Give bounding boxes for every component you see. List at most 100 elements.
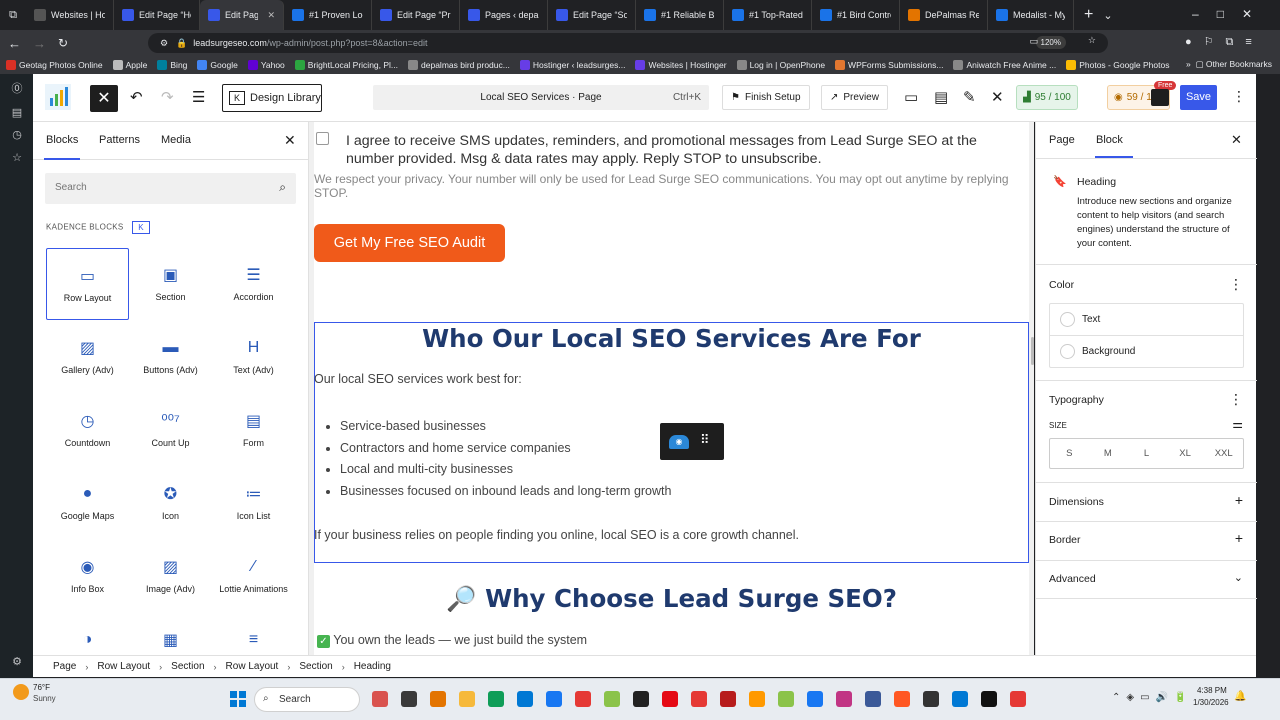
browser-tab[interactable]: Edit Page “Pricin bbox=[372, 0, 460, 30]
font-size-option[interactable]: L bbox=[1127, 439, 1166, 468]
taskbar-app-icon[interactable] bbox=[517, 691, 533, 707]
seo-tools-icon[interactable]: ✕ bbox=[991, 88, 1004, 106]
close-tab-icon[interactable]: ✕ bbox=[267, 10, 275, 21]
taskbar-app-icon[interactable] bbox=[662, 691, 678, 707]
block-item[interactable]: ▤ Form bbox=[212, 394, 295, 466]
breadcrumb-item[interactable]: Heading bbox=[354, 661, 391, 672]
browser-tab[interactable]: Pages ‹ depalmas bbox=[460, 0, 548, 30]
windows-start-icon[interactable] bbox=[230, 691, 246, 707]
finish-setup-button[interactable]: ⚑ Finish Setup bbox=[722, 85, 810, 110]
tab-blocks[interactable]: Blocks bbox=[43, 134, 81, 160]
taskbar-app-icon[interactable] bbox=[894, 691, 910, 707]
block-item[interactable]: ▬ Buttons (Adv) bbox=[129, 321, 212, 393]
advanced-panel[interactable]: Advanced ⌄ bbox=[1036, 560, 1257, 599]
close-settings-icon[interactable]: ✕ bbox=[1231, 132, 1242, 148]
weather-icon[interactable] bbox=[13, 684, 29, 700]
settings-gear-icon[interactable]: ⚙ bbox=[11, 656, 23, 668]
bookmark-item[interactable]: Yahoo bbox=[247, 60, 285, 70]
block-item[interactable]: ▨ Image (Adv) bbox=[129, 540, 212, 612]
taskbar-app-icon[interactable] bbox=[952, 691, 968, 707]
background-color-option[interactable]: Background bbox=[1050, 336, 1243, 368]
browser-tab[interactable]: Edit Page “Home bbox=[114, 0, 200, 30]
typography-options-icon[interactable]: ⋮ bbox=[1229, 391, 1243, 408]
command-palette[interactable]: Local SEO Services · Page Ctrl+K bbox=[373, 85, 709, 110]
block-item[interactable]: ◷ Countdown bbox=[46, 394, 129, 466]
document-overview-icon[interactable]: ☰ bbox=[192, 88, 205, 106]
sms-consent-checkbox[interactable] bbox=[316, 132, 329, 145]
block-item[interactable]: ✪ Icon bbox=[129, 467, 212, 539]
taskbar-app-icon[interactable] bbox=[430, 691, 446, 707]
block-item[interactable]: ☰ Accordion bbox=[212, 248, 295, 320]
block-item[interactable]: ∕ Lottie Animations bbox=[212, 540, 295, 612]
tab-actions-icon[interactable]: ⧉ bbox=[0, 0, 26, 30]
tab-page[interactable]: Page bbox=[1049, 134, 1075, 146]
cast-icon[interactable]: ▭ bbox=[1029, 36, 1038, 47]
breadcrumb-item[interactable]: Row Layout bbox=[226, 661, 279, 672]
clock-date[interactable]: 1/30/2026 bbox=[1193, 698, 1229, 707]
taskbar-app-icon[interactable] bbox=[691, 691, 707, 707]
border-panel[interactable]: Border + bbox=[1036, 521, 1257, 560]
taskbar-app-icon[interactable] bbox=[749, 691, 765, 707]
device-preview-icon[interactable]: ▭ bbox=[904, 88, 918, 106]
design-library-button[interactable]: K Design Library bbox=[222, 84, 322, 112]
taskbar-app-icon[interactable] bbox=[488, 691, 504, 707]
text-color-option[interactable]: Text bbox=[1050, 304, 1243, 336]
taskbar-app-icon[interactable] bbox=[604, 691, 620, 707]
browser-tab[interactable]: #1 Reliable Bird C bbox=[636, 0, 724, 30]
redo-icon[interactable]: ↷ bbox=[161, 88, 174, 106]
forward-icon[interactable]: → bbox=[33, 36, 46, 51]
block-item[interactable]: ● Google Maps bbox=[46, 467, 129, 539]
chevron-down-icon[interactable]: ⌄ bbox=[1234, 571, 1243, 584]
other-bookmarks[interactable]: » ▢ Other Bookmarks bbox=[1186, 59, 1272, 70]
browser-tab[interactable]: Websites | Hostin bbox=[26, 0, 114, 30]
browser-tab[interactable]: #1 Proven Local bbox=[284, 0, 372, 30]
close-inserter-icon[interactable]: ✕ bbox=[284, 132, 296, 149]
system-tray-icons[interactable]: ⌃◈▭🔊🔋 bbox=[1112, 692, 1192, 703]
tab-patterns[interactable]: Patterns bbox=[99, 134, 140, 146]
seo-score-badge[interactable]: ▟ 95 / 100 bbox=[1016, 85, 1078, 110]
taskbar-search[interactable]: ⌕ Search bbox=[254, 687, 360, 712]
star-icon[interactable]: ☆ bbox=[11, 152, 23, 164]
browser-tab[interactable]: Medalist - MyAnd bbox=[988, 0, 1074, 30]
history-icon[interactable]: ◷ bbox=[11, 129, 23, 141]
block-item[interactable]: ◉ Info Box bbox=[46, 540, 129, 612]
new-tab-button[interactable]: + bbox=[1084, 6, 1093, 24]
taskbar-app-icon[interactable] bbox=[633, 691, 649, 707]
taskbar-app-icon[interactable] bbox=[981, 691, 997, 707]
taskbar-app-icon[interactable] bbox=[836, 691, 852, 707]
template-icon[interactable]: ▤ bbox=[934, 88, 948, 106]
font-size-option[interactable]: XXL bbox=[1204, 439, 1243, 468]
custom-size-icon[interactable]: ⚌ bbox=[1232, 417, 1243, 431]
drag-handle-icon[interactable]: ⠿ bbox=[700, 432, 710, 448]
clock-time[interactable]: 4:38 PM bbox=[1197, 686, 1227, 695]
canvas-scrollbar[interactable] bbox=[1031, 337, 1034, 365]
bookmark-item[interactable]: Websites | Hostinger bbox=[635, 60, 727, 70]
browser-tab[interactable]: Edit Page “Solar bbox=[548, 0, 636, 30]
bookmark-item[interactable]: Geotag Photos Online bbox=[6, 60, 103, 70]
browser-tab[interactable]: Edit Page “Loc ✕ bbox=[200, 0, 284, 30]
taskbar-app-icon[interactable] bbox=[923, 691, 939, 707]
bookmark-item[interactable]: Aniwatch Free Anime ... bbox=[953, 60, 1056, 70]
taskbar-app-icon[interactable] bbox=[546, 691, 562, 707]
browser-extension-icons[interactable]: ●⚐⧉≡ bbox=[1185, 35, 1264, 49]
block-item[interactable]: ≡ bbox=[212, 613, 295, 655]
tab-media[interactable]: Media bbox=[161, 134, 191, 146]
taskbar-app-icon[interactable] bbox=[1010, 691, 1026, 707]
block-item[interactable]: H Text (Adv) bbox=[212, 321, 295, 393]
block-item[interactable]: ≔ Icon List bbox=[212, 467, 295, 539]
plus-icon[interactable]: + bbox=[1235, 530, 1243, 546]
reload-icon[interactable]: ↻ bbox=[58, 36, 68, 50]
block-item[interactable]: ▦ bbox=[129, 613, 212, 655]
edit-icon[interactable]: ✎ bbox=[963, 88, 976, 106]
bookmark-item[interactable]: Log in | OpenPhone bbox=[736, 60, 825, 70]
dimensions-panel[interactable]: Dimensions + bbox=[1036, 482, 1257, 521]
back-icon[interactable]: ← bbox=[8, 36, 21, 51]
bookmark-star-icon[interactable]: ☆ bbox=[1088, 35, 1096, 46]
block-item[interactable]: ⁰⁰⁷ Count Up bbox=[129, 394, 212, 466]
bookmark-item[interactable]: Bing bbox=[157, 60, 187, 70]
font-size-option[interactable]: XL bbox=[1166, 439, 1205, 468]
bookmark-item[interactable]: BrightLocal Pricing, Pl... bbox=[294, 60, 398, 70]
browser-tab[interactable]: #1 Bird Control P bbox=[812, 0, 900, 30]
color-options-icon[interactable]: ⋮ bbox=[1229, 276, 1243, 293]
tab-search-icon[interactable]: ⌄ bbox=[1103, 9, 1112, 22]
